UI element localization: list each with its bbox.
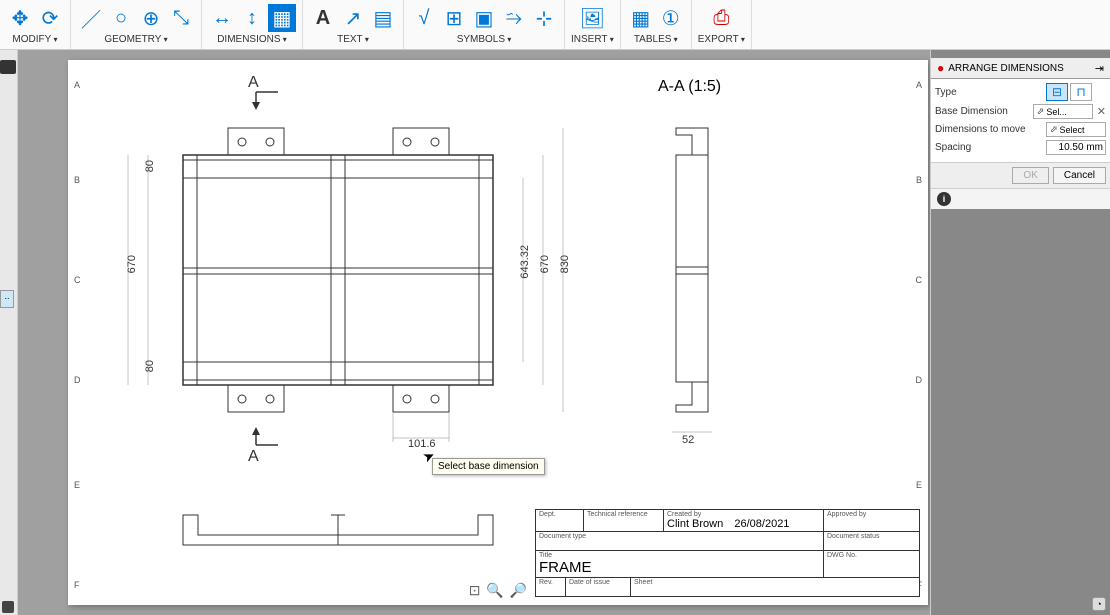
spacing-input[interactable] (1046, 140, 1106, 155)
dim-v-icon[interactable]: ↕ (238, 4, 266, 32)
tb-techref-lbl: Technical reference (587, 511, 660, 518)
left-tab-1[interactable] (0, 60, 16, 74)
tb-approved-lbl: Approved by (827, 511, 916, 518)
tb-dateissue-lbl: Date of issue (569, 579, 627, 586)
tb-title: FRAME (539, 559, 820, 576)
tb-docstatus-lbl: Document status (827, 533, 916, 540)
zoom-controls: ⊡ 🔍 🔎 (469, 582, 528, 599)
drawing-sheet: A B C D E F A B C D E F A-A (1:5) (68, 60, 928, 605)
dim-80a[interactable]: 80 (144, 160, 156, 172)
arc-icon[interactable]: ⊕ (137, 4, 165, 32)
base-dim-select-button[interactable]: ⬀Sel... (1033, 104, 1093, 119)
tb-created-by: Clint Brown (667, 518, 723, 530)
zoom-in-icon[interactable]: 🔍 (486, 582, 503, 599)
ribbon-label-text[interactable]: TEXT (337, 34, 369, 45)
centermark-icon[interactable]: ⊹ (530, 4, 558, 32)
section-a-bot: A (248, 448, 259, 466)
front-view (128, 92, 563, 445)
dim-670[interactable]: 670 (126, 255, 138, 273)
left-tab-2[interactable]: .. (0, 290, 14, 308)
dim-h-icon[interactable]: ↔ (208, 4, 236, 32)
tb-sheet-lbl: Sheet (634, 579, 916, 586)
base-dim-label: Base Dimension (935, 106, 1029, 117)
panel-header: ● ARRANGE DIMENSIONS ⇥ (931, 58, 1110, 79)
surface-icon[interactable]: √ (410, 4, 438, 32)
ribbon-label-export[interactable]: EXPORT (698, 34, 745, 45)
ribbon-group-geometry: ／ ○ ⊕ ⤡ GEOMETRY (71, 0, 202, 49)
drawing-canvas[interactable]: A B C D E F A B C D E F A-A (1:5) (18, 50, 930, 615)
ribbon-label-symbols[interactable]: SYMBOLS (457, 34, 512, 45)
dim-670b[interactable]: 670 (539, 255, 551, 273)
type-stacked-button[interactable]: ⊟ (1046, 83, 1068, 101)
tb-created-lbl: Created by (667, 511, 820, 518)
pin-icon[interactable]: ⇥ (1095, 62, 1104, 75)
ribbon-group-symbols: √ ⊞ ▣ ⭇ ⊹ SYMBOLS (404, 0, 565, 49)
ribbon-group-insert: 🖼 INSERT (565, 0, 621, 49)
title-block: Dept. Technical reference Created by Cli… (535, 509, 920, 597)
pdf-icon[interactable]: ⎙ (707, 4, 735, 32)
ribbon-label-dimensions[interactable]: DIMENSIONS (217, 34, 287, 45)
move-dim-select-button[interactable]: ⬀Select (1046, 122, 1106, 137)
ribbon-group-modify: ✥ ⟳ MODIFY (0, 0, 71, 49)
info-icon: i (937, 192, 951, 206)
spacing-label: Spacing (935, 142, 1042, 153)
tb-dwgno-lbl: DWG No. (827, 552, 916, 559)
ribbon-group-dimensions: ↔ ↕ ▦ DIMENSIONS (202, 0, 303, 49)
dim-830[interactable]: 830 (559, 255, 571, 273)
dim-52[interactable]: 52 (682, 434, 694, 446)
balloon-icon[interactable]: ① (657, 4, 685, 32)
ribbon-group-tables: ▦ ① TABLES (621, 0, 692, 49)
datum-icon[interactable]: ▣ (470, 4, 498, 32)
type-baseline-button[interactable]: ⊓ (1070, 83, 1092, 101)
info-row: i (931, 188, 1110, 209)
zoom-fit-icon[interactable]: ⊡ (469, 582, 481, 599)
ribbon-group-export: ⎙ EXPORT (692, 0, 752, 49)
left-sidebar: .. (0, 50, 18, 615)
left-bottom-icon[interactable] (2, 601, 14, 613)
zoom-out-icon[interactable]: 🔎 (510, 582, 527, 599)
dim-643[interactable]: 643.32 (519, 245, 531, 279)
note-icon[interactable]: ▤ (369, 4, 397, 32)
rotate-icon[interactable]: ⟳ (36, 4, 64, 32)
type-label: Type (935, 87, 1042, 98)
ribbon-toolbar: ✥ ⟳ MODIFY ／ ○ ⊕ ⤡ GEOMETRY ↔ ↕ ▦ DIMENS… (0, 0, 1110, 50)
tb-doctype-lbl: Document type (539, 533, 820, 540)
ribbon-label-modify[interactable]: MODIFY (12, 34, 57, 45)
tb-title-lbl: Title (539, 552, 820, 559)
table-icon[interactable]: ▦ (627, 4, 655, 32)
dim-80b[interactable]: 80 (144, 360, 156, 372)
text-icon[interactable]: A (309, 4, 337, 32)
ribbon-group-text: A ↗ ▤ TEXT (303, 0, 404, 49)
panel-body: Type ⊟ ⊓ Base Dimension ⬀Sel... ✕ Dimens… (931, 79, 1110, 162)
line-icon[interactable]: ／ (77, 4, 105, 32)
weld-icon[interactable]: ⭇ (500, 4, 528, 32)
tb-created-date: 26/08/2021 (734, 518, 789, 530)
spline-icon[interactable]: ⤡ (167, 4, 195, 32)
gdt-icon[interactable]: ⊞ (440, 4, 468, 32)
panel-bullet-icon: ● (937, 61, 944, 75)
move-dim-label: Dimensions to move (935, 124, 1042, 135)
help-icon[interactable]: ◔ (1092, 597, 1106, 611)
base-dim-clear-button[interactable]: ✕ (1097, 105, 1106, 118)
ribbon-label-insert[interactable]: INSERT (571, 34, 614, 45)
cancel-button[interactable]: Cancel (1053, 167, 1106, 184)
section-a-top: A (248, 74, 259, 92)
ribbon-label-geometry[interactable]: GEOMETRY (104, 34, 167, 45)
ribbon-label-tables[interactable]: TABLES (634, 34, 678, 45)
move-icon[interactable]: ✥ (6, 4, 34, 32)
properties-panel: ● ARRANGE DIMENSIONS ⇥ Type ⊟ ⊓ Base Dim… (930, 50, 1110, 615)
tooltip: Select base dimension (432, 458, 545, 475)
section-view (672, 128, 712, 432)
tb-rev-lbl: Rev. (539, 579, 562, 586)
leader-icon[interactable]: ↗ (339, 4, 367, 32)
circle-icon[interactable]: ○ (107, 4, 135, 32)
tb-dept-lbl: Dept. (539, 511, 580, 518)
bottom-view (183, 515, 493, 545)
arrange-dim-icon[interactable]: ▦ (268, 4, 296, 32)
ok-button[interactable]: OK (1012, 167, 1048, 184)
panel-title: ARRANGE DIMENSIONS (948, 63, 1064, 74)
image-icon[interactable]: 🖼 (578, 4, 606, 32)
